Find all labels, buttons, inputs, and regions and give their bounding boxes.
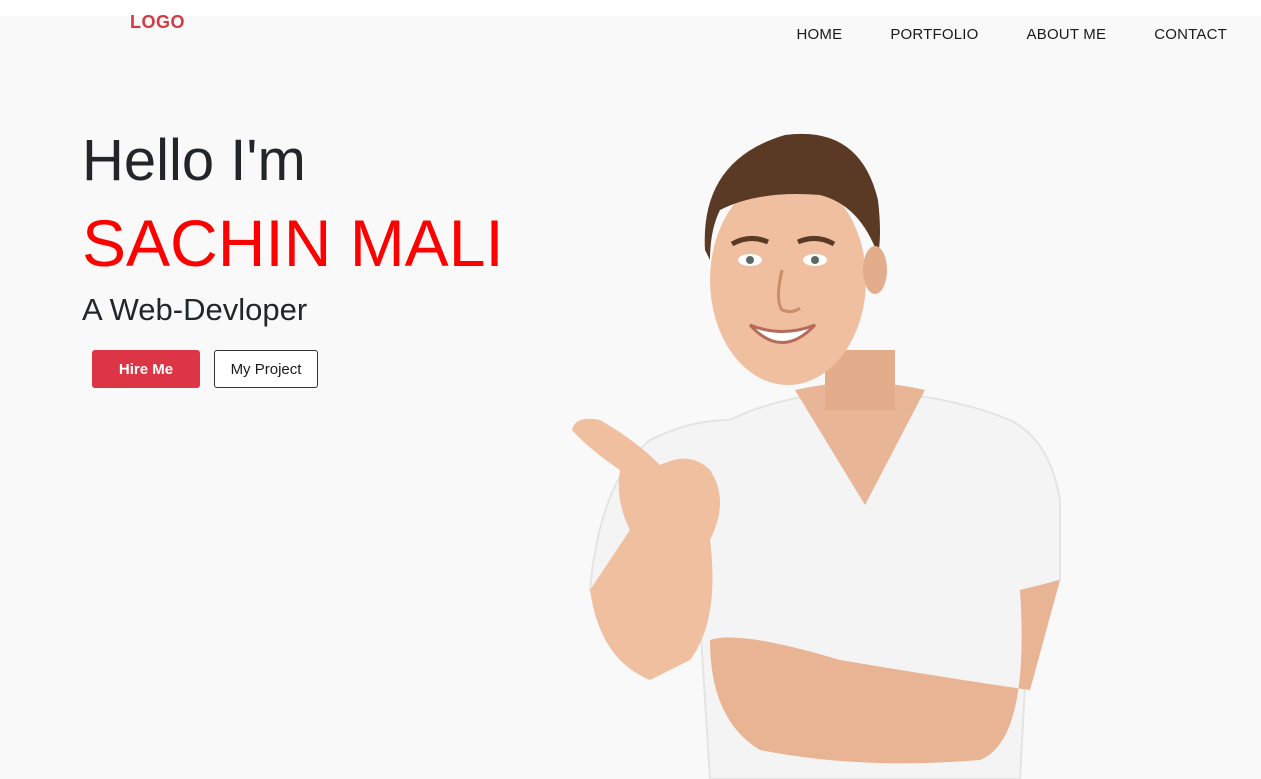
hero-greeting: Hello I'm (82, 128, 306, 193)
logo[interactable]: LOGO (130, 12, 185, 33)
my-project-button[interactable]: My Project (214, 350, 318, 388)
hire-me-button[interactable]: Hire Me (92, 350, 200, 388)
hero-role: A Web-Devloper (82, 292, 308, 327)
nav-home[interactable]: HOME (797, 26, 843, 43)
nav-about-me[interactable]: ABOUT ME (1027, 26, 1107, 43)
ear (863, 246, 887, 294)
main-nav: HOME PORTFOLIO ABOUT ME CONTACT (797, 26, 1228, 43)
hero-portrait (572, 133, 1061, 779)
nav-contact[interactable]: CONTACT (1154, 26, 1227, 43)
head (710, 175, 866, 385)
nav-portfolio[interactable]: PORTFOLIO (890, 26, 978, 43)
page: LOGO HOME PORTFOLIO ABOUT ME CONTACT Hel… (0, 0, 1261, 779)
hero-name: SACHIN MALI (82, 206, 504, 280)
top-strip (0, 0, 1261, 16)
